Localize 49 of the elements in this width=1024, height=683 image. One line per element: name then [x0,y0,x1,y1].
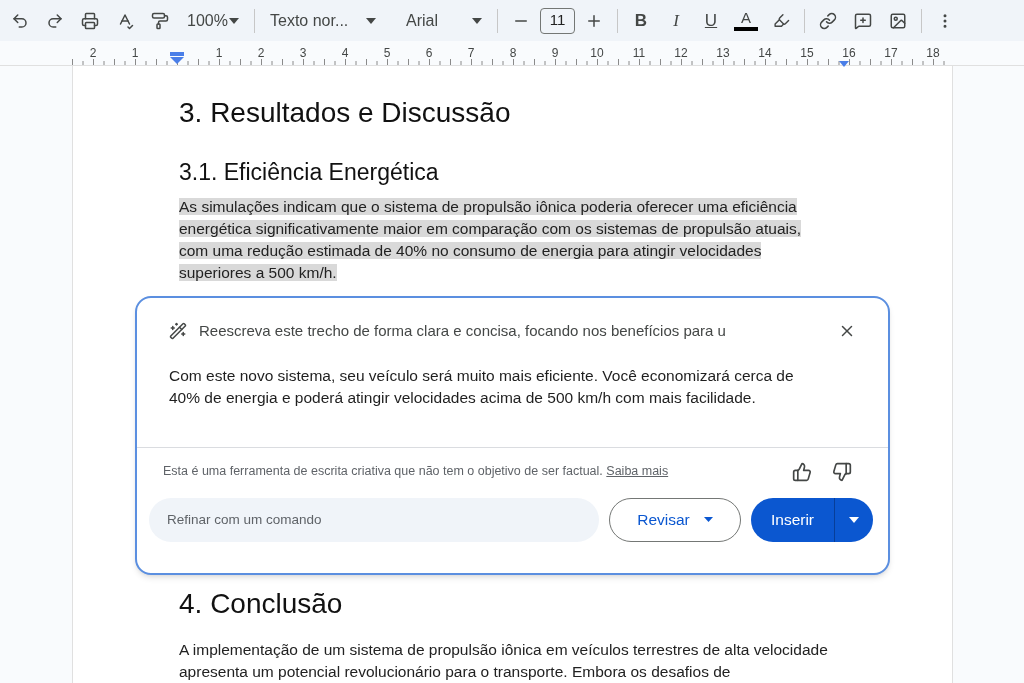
italic-button[interactable]: I [660,4,692,37]
ruler-number: 13 [716,47,730,60]
caret-icon [703,517,713,522]
bold-button[interactable]: B [625,4,657,37]
ruler-number: 3 [299,47,307,60]
caret-icon [849,516,859,523]
generated-text: Com este novo sistema, seu veículo será muito mais eficiente. Você economizará cerca de 40% de energia e poderá atingir velocidades acima de 500 km/h com mais facilidade. [168,365,795,408]
caret-icon [366,17,376,24]
ruler-number: 7 [467,47,475,60]
ruler-number: 18 [926,47,940,60]
thumbs-up-icon[interactable] [792,461,812,482]
magic-wand-icon [169,322,187,341]
section-heading: 3. Resultados e Discussão [179,96,512,130]
zoom-dropdown[interactable]: 100% [179,4,247,37]
subsection-heading: 3.1. Eficiência Energética [179,158,440,186]
ruler-number: 5 [383,47,391,60]
prompt-text: Reescreva este trecho de forma clara e concisa, focando nos benefícios para u [199,321,726,341]
indent-marker-icon[interactable] [170,52,184,65]
refine-input-field[interactable]: Refinar com um comando [149,497,599,542]
right-indent-marker-icon[interactable] [839,61,849,68]
ruler-number: 16 [842,47,856,60]
font-size-field[interactable]: 11 [540,7,575,34]
ruler-number: 12 [674,47,688,60]
ruler-number: 2 [89,47,97,60]
learn-more-link[interactable]: Saiba mais [606,464,669,479]
caret-icon [229,17,239,24]
style-dropdown[interactable]: Texto nor... [262,4,384,37]
ruler-number: 14 [758,47,772,60]
text-color-button[interactable]: A [730,4,762,37]
ruler-number: 15 [800,47,814,60]
ruler-number: 2 [257,47,265,60]
ruler-number: 17 [884,47,898,60]
insert-button[interactable]: Inserir [751,497,835,542]
underline-button[interactable]: U [695,4,727,37]
ruler-number: 4 [341,47,349,60]
ruler-number: 6 [425,47,433,60]
ruler-number: 1 [131,47,139,60]
caret-icon [472,17,482,24]
ruler-number: 8 [509,47,517,60]
ruler-number: 9 [551,47,559,60]
font-dropdown[interactable]: Arial [398,4,490,37]
body-paragraph: A implementação de um sistema de propulsão iônica em veículos terrestres de alta velocidade apresenta um potencial revolucionário para o transporte. Embora os desafios de [179,640,829,682]
disclaimer-text: Esta é uma ferramenta de escrita criativa que não tem o objetivo de ser factual. Saiba mais [163,463,669,481]
ruler-number: 1 [215,47,223,60]
ruler-number: 10 [590,47,604,60]
body-paragraph: As simulações indicam que o sistema de propulsão iônica poderia oferecer uma eficiência energética significativamente maior em comparação com os sistemas de propulsão atuais, com uma redução estimada de 40% no consumo de energia para atingir velocidades superiores a 500 km/h. [179,197,803,283]
section-heading: 4. Conclusão [179,587,344,621]
ruler-number: 11 [632,47,646,60]
thumbs-down-icon[interactable] [832,461,852,482]
